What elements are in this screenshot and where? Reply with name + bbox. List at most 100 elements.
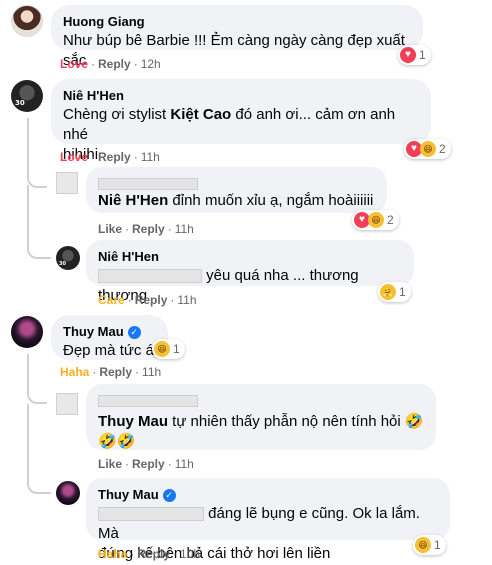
- separator: ·: [167, 457, 172, 471]
- reaction-summary[interactable]: ♥ 😆 2: [404, 139, 451, 159]
- haha-reaction-icon: 😆: [415, 537, 431, 553]
- comment-text: Đẹp mà tức á: [63, 342, 154, 359]
- reaction-count: 2: [439, 142, 446, 156]
- comment-bubble: Huong Giang Như búp bê Barbie !!! Ẻm càn…: [51, 5, 423, 69]
- avatar-thuy-mau[interactable]: [56, 481, 80, 505]
- comment-author[interactable]: Niê H'Hen: [98, 249, 159, 265]
- react-button[interactable]: Like: [98, 222, 122, 236]
- separator: ·: [127, 293, 132, 307]
- timestamp[interactable]: 11h: [141, 150, 160, 164]
- avatar-nie-hhen[interactable]: 30: [56, 246, 80, 270]
- comment-text: Thuy Mau tự nhiên thấy phẫn nộ nên tính …: [98, 413, 424, 430]
- separator: ·: [167, 222, 172, 236]
- redacted-mention: [98, 507, 204, 522]
- thread-line: [27, 118, 47, 188]
- comment-bubble: Thuy Mau ✓ đáng lẽ bụng e cũng. Ok la lắm…: [86, 478, 450, 562]
- separator: ·: [133, 57, 138, 71]
- reaction-summary[interactable]: 😆 1: [413, 535, 446, 555]
- comment-actions: Love · Reply · 12h: [60, 57, 161, 71]
- comment-author[interactable]: Thuy Mau ✓: [63, 324, 141, 340]
- comment-author[interactable]: Huong Giang: [63, 14, 145, 30]
- avatar-huong-giang[interactable]: [11, 5, 43, 37]
- reaction-count: 1: [434, 538, 441, 552]
- comment-actions: Haha · Reply · 10h: [98, 547, 200, 561]
- react-button[interactable]: Care: [98, 293, 125, 307]
- separator: ·: [170, 293, 175, 307]
- timestamp[interactable]: 11h: [177, 293, 196, 307]
- reply-button[interactable]: Reply: [98, 57, 131, 71]
- reaction-summary[interactable]: ♥ 😆 2: [352, 210, 399, 230]
- reaction-count: 1: [399, 285, 406, 299]
- timestamp[interactable]: 10h: [180, 547, 200, 561]
- thread-line: [27, 354, 47, 404]
- separator: ·: [91, 57, 96, 71]
- reply-button[interactable]: Reply: [135, 293, 168, 307]
- avatar-label: 30: [59, 261, 66, 267]
- comment-actions: Care · Reply · 11h: [98, 293, 197, 307]
- comment-text-line2: 🤣🤣: [98, 433, 136, 450]
- comment-bubble: Niê H'Hen Chèng ơi stylist Kiệt Cao đó a…: [51, 79, 431, 163]
- redacted-author: [98, 394, 198, 407]
- mention-link[interactable]: Kiệt Cao: [170, 106, 231, 123]
- separator: ·: [92, 365, 97, 379]
- mention-link[interactable]: Thuy Mau: [98, 413, 168, 430]
- timestamp[interactable]: 11h: [175, 457, 194, 471]
- reply-button[interactable]: Reply: [137, 547, 170, 561]
- comment-text: đáng lẽ bụng e cũng. Ok la lắm. Mà: [98, 505, 420, 542]
- separator: ·: [125, 457, 130, 471]
- haha-reaction-icon: 😆: [420, 141, 436, 157]
- comment-text: Niê H'Hen đỉnh muốn xỉu ạ, ngắm hoàiiiii…: [98, 192, 374, 209]
- reaction-summary[interactable]: 😆 1: [152, 339, 185, 359]
- mention-link[interactable]: Niê H'Hen: [98, 192, 168, 209]
- comment-author[interactable]: Thuy Mau ✓: [98, 487, 176, 503]
- comment-actions: Haha · Reply · 11h: [60, 365, 161, 379]
- reaction-count: 1: [419, 48, 426, 62]
- thread-line: [27, 404, 51, 494]
- comment-bubble: Niê H'Hen yêu quá nha ... thương thương: [86, 240, 414, 304]
- reply-button[interactable]: Reply: [132, 457, 165, 471]
- separator: ·: [130, 547, 135, 561]
- comment-bubble: Thuy Mau tự nhiên thấy phẫn nộ nên tính …: [86, 384, 436, 450]
- avatar-nie-hhen[interactable]: 30: [11, 80, 43, 112]
- haha-reaction-icon: 😆: [368, 212, 384, 228]
- reply-button[interactable]: Reply: [98, 150, 131, 164]
- care-reaction-icon: 🤗: [380, 284, 396, 300]
- react-button[interactable]: Like: [98, 457, 122, 471]
- avatar-placeholder[interactable]: [56, 172, 78, 194]
- comment-author[interactable]: Niê H'Hen: [63, 88, 124, 104]
- redacted-mention: [98, 269, 202, 284]
- separator: ·: [125, 222, 130, 236]
- reaction-summary[interactable]: ♥ 1: [398, 45, 431, 65]
- reaction-count: 1: [173, 342, 180, 356]
- thread-line: [27, 185, 51, 259]
- react-button[interactable]: Love: [60, 57, 88, 71]
- comment-actions: Love · Reply · 11h: [60, 150, 160, 164]
- comment-bubble: Niê H'Hen đỉnh muốn xỉu ạ, ngắm hoàiiiii…: [86, 167, 387, 213]
- timestamp[interactable]: 11h: [175, 222, 194, 236]
- author-row: [98, 175, 375, 190]
- separator: ·: [135, 365, 140, 379]
- react-button[interactable]: Love: [60, 150, 88, 164]
- avatar-label: 30: [15, 99, 25, 107]
- author-row: [98, 392, 424, 407]
- separator: ·: [173, 547, 178, 561]
- react-button[interactable]: Haha: [98, 547, 127, 561]
- reaction-summary[interactable]: 🤗 1: [378, 282, 411, 302]
- redacted-author: [98, 177, 198, 190]
- comment-bubble: Thuy Mau ✓ Đẹp mà tức á: [51, 315, 168, 360]
- comment-actions: Like · Reply · 11h: [98, 457, 194, 471]
- avatar-thuy-mau[interactable]: [11, 316, 43, 348]
- separator: ·: [133, 150, 138, 164]
- love-reaction-icon: ♥: [400, 47, 416, 63]
- avatar-placeholder[interactable]: [56, 393, 78, 415]
- comment-text: Chèng ơi stylist Kiệt Cao đó anh ơi... c…: [63, 106, 396, 143]
- verified-badge-icon: ✓: [127, 325, 141, 339]
- haha-reaction-icon: 😆: [154, 341, 170, 357]
- reply-button[interactable]: Reply: [132, 222, 165, 236]
- reply-button[interactable]: Reply: [99, 365, 132, 379]
- verified-badge-icon: ✓: [162, 488, 176, 502]
- timestamp[interactable]: 12h: [141, 57, 161, 71]
- reaction-count: 2: [387, 213, 394, 227]
- react-button[interactable]: Haha: [60, 365, 89, 379]
- timestamp[interactable]: 11h: [142, 365, 161, 379]
